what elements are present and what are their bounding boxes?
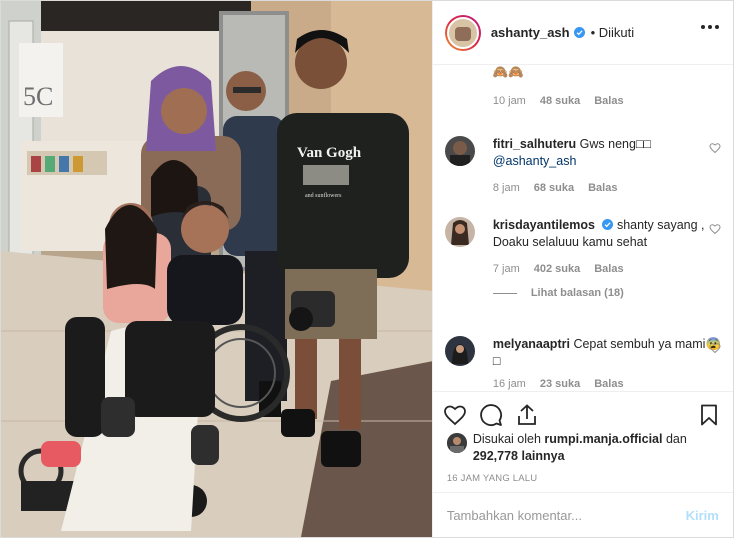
comment-meta: 16 jam 23 suka Balas	[493, 378, 725, 390]
likes-and: dan	[665, 432, 687, 446]
comment-text: 🙈🙈	[492, 66, 524, 79]
comment-time[interactable]: 16 jam	[493, 378, 526, 390]
comment-reply-button[interactable]: Balas	[594, 95, 623, 107]
verified-badge-icon	[602, 219, 614, 230]
instagram-post: 5C Van Gogh and sunflowers ashanty_ash •…	[0, 0, 734, 538]
likes-others-count[interactable]: 292,778 lainnya	[473, 449, 565, 463]
verified-badge-icon	[573, 27, 585, 38]
view-replies-button[interactable]: Lihat balasan (18)	[492, 287, 725, 299]
comment-text-block: fitri_salhuteru Gws neng□□ @ashanty_ash	[493, 136, 725, 170]
liker-avatar[interactable]	[446, 433, 467, 453]
post-timestamp[interactable]: 16 JAM YANG LALU	[447, 473, 538, 484]
likes-summary: Disukai oleh rumpi.manja.official dan 29…	[446, 431, 727, 465]
comment-text-block: melyanaaptri Cepat sembuh ya mami😨□	[493, 336, 725, 370]
post-side-panel: ashanty_ash • Diikuti 🙈🙈 10 jam 48 suka …	[431, 1, 733, 537]
comment-like-heart-icon[interactable]	[709, 223, 721, 235]
view-replies-line	[492, 292, 517, 294]
comment-reply-button[interactable]: Balas	[594, 263, 623, 275]
comment-bubble-icon[interactable]	[479, 403, 503, 427]
commenter-username[interactable]: melyanaaptri	[493, 337, 570, 351]
like-heart-icon[interactable]	[443, 403, 467, 427]
comment-partial: 🙈🙈 10 jam 48 suka Balas	[445, 66, 725, 107]
more-options-icon[interactable]	[700, 25, 719, 29]
comment-reply-button[interactable]: Balas	[588, 182, 617, 194]
comment-likes[interactable]: 68 suka	[534, 182, 574, 194]
comment-like-heart-icon[interactable]	[709, 342, 721, 354]
comment-likes[interactable]: 402 suka	[534, 263, 580, 275]
post-header: ashanty_ash • Diikuti	[432, 1, 733, 65]
comment-likes[interactable]: 23 suka	[540, 378, 580, 390]
comment-reply-button[interactable]: Balas	[594, 378, 623, 390]
shirt-text: Van Gogh	[297, 145, 362, 161]
shirt-subtext: and sunflowers	[305, 192, 342, 199]
comment-fitri: fitri_salhuteru Gws neng□□ @ashanty_ash …	[444, 136, 725, 194]
follow-status[interactable]: • Diikuti	[591, 25, 635, 40]
commenter-avatar[interactable]	[444, 336, 475, 366]
comment-likes[interactable]: 48 suka	[540, 95, 580, 107]
comment-input[interactable]	[446, 507, 686, 523]
comment-melyana: melyanaaptri Cepat sembuh ya mami😨□ 16 j…	[444, 336, 725, 390]
comment-text-block: krisdayantilemos shanty sayang , Doaku s…	[493, 217, 725, 251]
comment-text: Gws neng□□	[579, 137, 652, 151]
comment-time[interactable]: 8 jam	[493, 182, 520, 194]
comment-mention[interactable]: @ashanty_ash	[493, 154, 577, 168]
share-icon[interactable]	[515, 403, 539, 427]
post-photo[interactable]: 5C Van Gogh and sunflowers	[1, 1, 432, 537]
author-avatar[interactable]	[444, 14, 481, 51]
comments-list[interactable]: 🙈🙈 10 jam 48 suka Balas fitri_salhuteru …	[433, 66, 733, 391]
commenter-avatar[interactable]	[444, 217, 475, 247]
comment-meta: 8 jam 68 suka Balas	[493, 182, 725, 194]
comment-time[interactable]: 10 jam	[493, 95, 526, 107]
wall-sign: 5C	[23, 82, 53, 111]
post-comment-button[interactable]: Kirim	[686, 508, 719, 523]
likes-prefix: Disukai oleh	[472, 432, 541, 446]
view-replies-label[interactable]: Lihat balasan (18)	[531, 287, 624, 299]
bookmark-icon[interactable]	[697, 403, 721, 427]
add-comment-bar: Kirim	[432, 492, 733, 537]
comment-time[interactable]: 7 jam	[493, 263, 520, 275]
commenter-username[interactable]: krisdayantilemos	[493, 218, 595, 232]
author-username[interactable]: ashanty_ash	[491, 25, 570, 40]
commenter-username[interactable]: fitri_salhuteru	[493, 137, 576, 151]
comment-like-heart-icon[interactable]	[709, 142, 721, 154]
family-photo-illustration: 5C Van Gogh and sunflowers	[1, 1, 432, 537]
comment-meta: 10 jam 48 suka Balas	[493, 95, 725, 107]
comment-meta: 7 jam 402 suka Balas	[493, 263, 725, 275]
liker-username[interactable]: rumpi.manja.official	[544, 432, 662, 446]
commenter-avatar[interactable]	[444, 136, 475, 166]
comment-krisdayanti: krisdayantilemos shanty sayang , Doaku s…	[444, 217, 725, 299]
